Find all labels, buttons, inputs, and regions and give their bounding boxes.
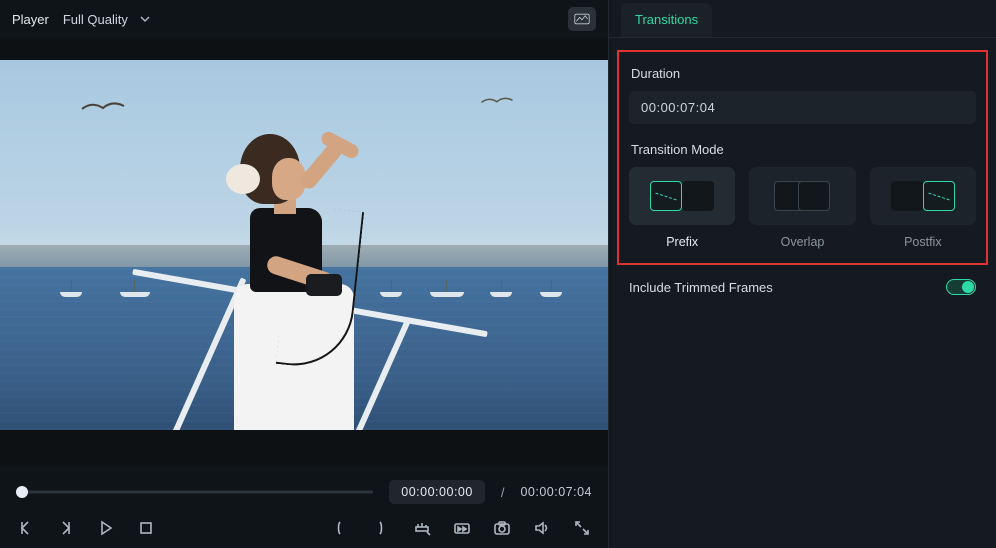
fullscreen-button[interactable]: [572, 518, 592, 538]
chevron-down-icon: [140, 14, 150, 24]
prev-frame-button[interactable]: [16, 518, 36, 538]
play-button[interactable]: [96, 518, 116, 538]
player-panel: Player Full Quality: [0, 0, 608, 548]
tab-transitions[interactable]: Transitions: [621, 3, 712, 37]
mode-postfix[interactable]: Postfix: [870, 167, 976, 249]
player-controls: 00:00:00:00 / 00:00:07:04: [0, 466, 608, 548]
snapshot-button[interactable]: [492, 518, 512, 538]
video-preview[interactable]: [0, 38, 608, 466]
quality-select[interactable]: Full Quality: [63, 12, 150, 27]
duration-field[interactable]: [629, 91, 976, 124]
tab-bar: Transitions: [609, 0, 996, 38]
volume-button[interactable]: [532, 518, 552, 538]
stop-button[interactable]: [136, 518, 156, 538]
inspector-panel: Transitions Duration Transition Mode Pre…: [608, 0, 996, 548]
transition-settings-highlight: Duration Transition Mode Prefix Overlap …: [617, 50, 988, 265]
time-separator: /: [501, 485, 505, 500]
transition-mode-label: Transition Mode: [631, 142, 974, 157]
current-time[interactable]: 00:00:00:00: [389, 480, 485, 504]
player-header: Player Full Quality: [0, 0, 608, 38]
player-label: Player: [12, 12, 49, 27]
include-trimmed-toggle[interactable]: [946, 279, 976, 295]
mode-overlap-label: Overlap: [781, 235, 825, 249]
total-time: 00:00:07:04: [520, 485, 592, 499]
scopes-button[interactable]: [568, 7, 596, 31]
mode-postfix-label: Postfix: [904, 235, 942, 249]
mark-in-button[interactable]: [332, 518, 352, 538]
next-frame-button[interactable]: [56, 518, 76, 538]
duration-label: Duration: [631, 66, 974, 81]
mark-out-button[interactable]: [372, 518, 392, 538]
markers-button[interactable]: [412, 518, 432, 538]
seek-slider[interactable]: [16, 485, 373, 499]
mode-prefix[interactable]: Prefix: [629, 167, 735, 249]
scopes-icon: [574, 13, 590, 25]
mode-prefix-label: Prefix: [666, 235, 698, 249]
quality-value: Full Quality: [63, 12, 128, 27]
loop-button[interactable]: [452, 518, 472, 538]
include-trimmed-label: Include Trimmed Frames: [629, 280, 773, 295]
mode-overlap[interactable]: Overlap: [749, 167, 855, 249]
